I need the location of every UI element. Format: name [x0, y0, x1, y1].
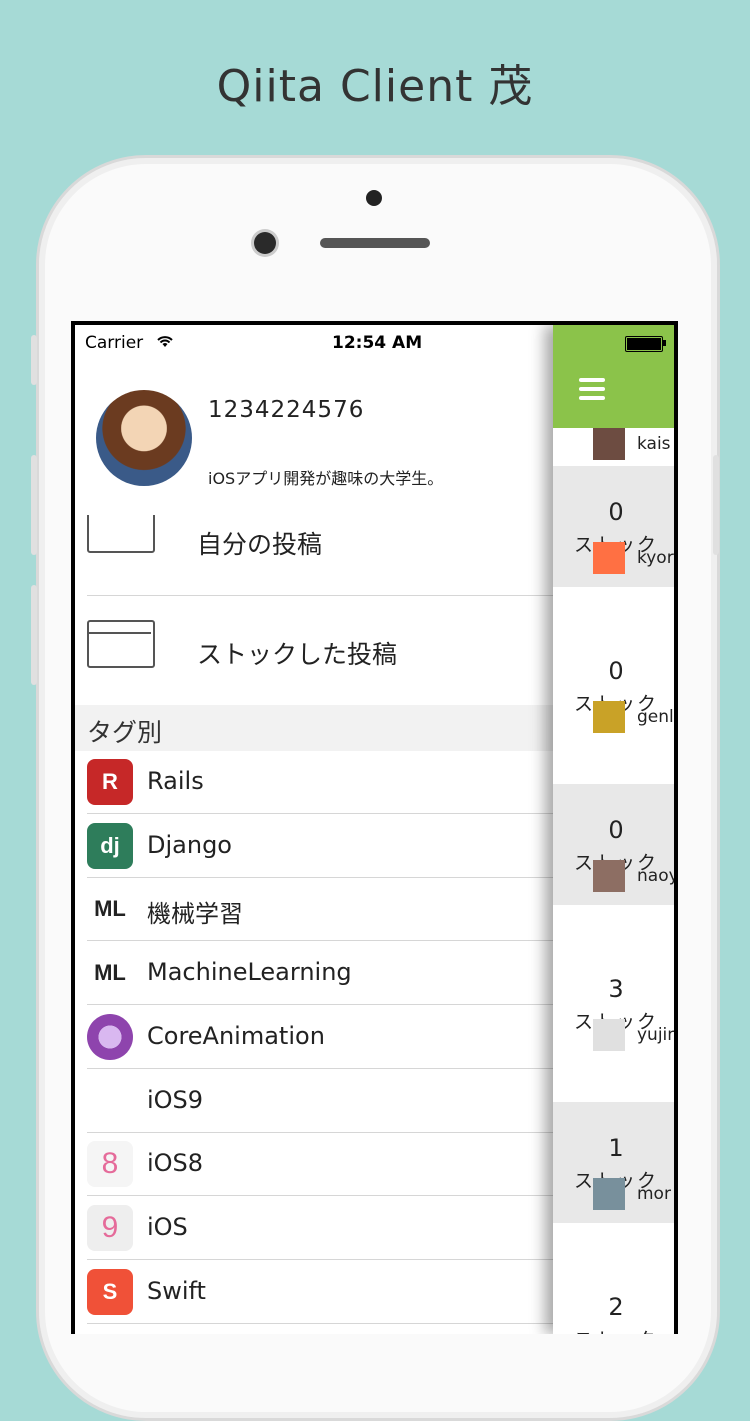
app-screen: Carrier 12:54 AM 1234224576 iOSアプリ開発が趣味の…	[75, 325, 674, 1334]
wifi-icon	[155, 333, 175, 354]
timeline-panel: kais0ストックkyor0ストックgenl0ストックnaoy3ストックyuji…	[553, 325, 674, 1334]
panel-user-row[interactable]: kais	[553, 428, 674, 468]
earpiece-speaker	[320, 238, 430, 248]
profile-user-id: 1234224576	[208, 397, 365, 423]
panel-user-row[interactable]: naoy	[553, 860, 674, 900]
panel-header	[553, 325, 674, 428]
tag-row[interactable]: 9 iOS	[75, 1197, 565, 1260]
promo-title: Qiita Client 茂	[216, 61, 534, 112]
menu-stocked-posts-label: ストックした投稿	[197, 640, 398, 669]
folder-icon	[87, 620, 155, 668]
tag-row[interactable]: iOS9	[75, 1070, 565, 1133]
user-thumbnail	[593, 428, 625, 460]
machine-learning-icon: ML	[87, 886, 133, 933]
ios9-icon: 9	[87, 1204, 133, 1251]
tag-row[interactable]: CoreAnimation	[75, 1006, 565, 1069]
phone-screen: Carrier 12:54 AM 1234224576 iOSアプリ開発が趣味の…	[71, 321, 678, 1334]
panel-user-name: genl	[637, 707, 674, 727]
user-thumbnail	[593, 860, 625, 892]
mute-switch	[31, 335, 37, 385]
panel-user-name: yujin	[637, 1025, 674, 1045]
tag-row[interactable]: dj Django	[75, 815, 565, 878]
tag-label: 機械学習	[147, 900, 243, 929]
panel-user-name: kais	[637, 434, 671, 454]
tag-divider	[87, 1322, 565, 1324]
panel-user-row[interactable]: mor	[553, 1178, 674, 1218]
tag-label: iOS	[147, 1212, 188, 1241]
front-camera	[254, 232, 276, 254]
tags-section-title: タグ別	[87, 718, 163, 747]
machine-learning-icon: ML	[87, 950, 133, 997]
battery-nub	[663, 340, 666, 346]
battery-icon	[625, 336, 663, 352]
django-icon: dj	[87, 822, 133, 869]
tag-row[interactable]: ML MachineLearning	[75, 942, 565, 1006]
panel-user-row[interactable]: kyor	[553, 542, 674, 582]
carrier-label: Carrier	[85, 333, 144, 353]
panel-user-name: mor	[637, 1184, 671, 1204]
profile-avatar[interactable]	[96, 390, 192, 486]
user-thumbnail	[593, 1019, 625, 1051]
menu-divider	[87, 595, 562, 596]
ios8-icon: 8	[87, 1141, 133, 1188]
user-thumbnail	[593, 542, 625, 574]
volume-up-button	[31, 455, 37, 555]
volume-down-button	[31, 585, 37, 685]
stock-count: 0	[608, 498, 624, 526]
tag-row[interactable]: ML 機械学習	[75, 878, 565, 942]
menu-stocked-posts[interactable]: ストックした投稿	[87, 605, 557, 695]
profile-bio: iOSアプリ開発が趣味の大学生。	[208, 469, 444, 488]
stock-count: 3	[608, 975, 624, 1003]
panel-user-name: naoy	[637, 866, 674, 886]
user-thumbnail	[593, 1178, 625, 1210]
stock-count: 1	[608, 1134, 624, 1162]
user-thumbnail	[593, 701, 625, 733]
status-time: 12:54 AM	[332, 333, 423, 353]
swift-icon: S	[87, 1268, 133, 1315]
tag-label: Django	[147, 830, 232, 859]
stock-label: ストック	[553, 1325, 674, 1334]
tag-row[interactable]: S Swift	[75, 1261, 565, 1324]
tag-row[interactable]: 8 iOS8	[75, 1133, 565, 1197]
stock-count: 0	[608, 657, 624, 685]
panel-user-row[interactable]: genl	[553, 701, 674, 741]
menu-my-posts[interactable]: 自分の投稿	[87, 515, 557, 597]
tag-row[interactable]: R Rails	[75, 751, 565, 814]
tag-label: Swift	[147, 1276, 206, 1305]
panel-user-row[interactable]: yujin	[553, 1019, 674, 1059]
proximity-sensor	[366, 190, 382, 206]
tags-section-header: タグ別	[75, 705, 565, 751]
tag-label: MachineLearning	[147, 958, 352, 987]
panel-stock-block[interactable]: 2 ストック	[553, 1261, 674, 1334]
tag-label: Rails	[147, 767, 204, 795]
menu-my-posts-label: 自分の投稿	[197, 530, 323, 559]
menu-hamburger-icon[interactable]	[579, 378, 605, 400]
stock-count: 2	[608, 1293, 624, 1321]
core-animation-icon	[87, 1013, 133, 1060]
tag-label: iOS9	[147, 1085, 204, 1114]
stock-count: 0	[608, 816, 624, 844]
tag-label: iOS8	[147, 1149, 204, 1178]
rails-icon: R	[87, 759, 133, 805]
panel-user-name: kyor	[637, 548, 674, 568]
tag-label: CoreAnimation	[147, 1021, 325, 1050]
document-icon	[87, 515, 155, 553]
power-button	[713, 455, 719, 555]
